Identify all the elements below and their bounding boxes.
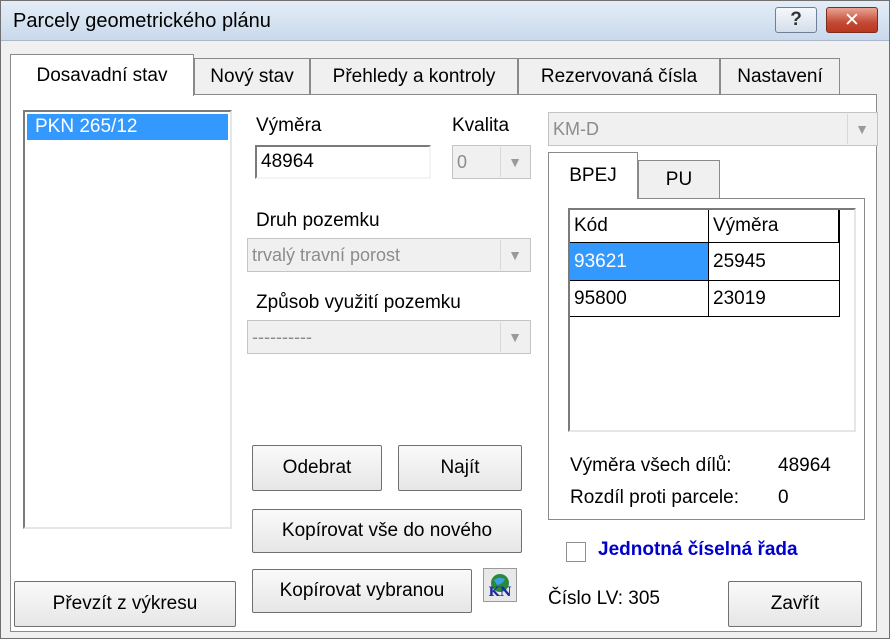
cislo-lv-label: Číslo LV: 305 xyxy=(548,588,660,609)
jednotna-rada-label[interactable]: Jednotná číselná řada xyxy=(598,539,798,561)
rozdil-value: 0 xyxy=(778,487,789,508)
chevron-down-icon[interactable]: ▼ xyxy=(500,240,529,270)
prevzit-z-vykresu-button[interactable]: Převzít z výkresu xyxy=(14,581,236,627)
vymera-vsech-label: Výměra všech dílů: xyxy=(570,455,732,476)
druh-pozemku-label: Druh pozemku xyxy=(256,210,380,231)
grid-header-kod[interactable]: Kód xyxy=(570,210,709,243)
help-button[interactable]: ? xyxy=(775,7,817,33)
mapa-combo[interactable]: KM-D ▼ xyxy=(548,112,878,146)
table-row-cell-vymera[interactable]: 25945 xyxy=(709,243,840,281)
vymera-input[interactable]: 48964 xyxy=(255,145,431,179)
odebrat-button[interactable]: Odebrat xyxy=(252,445,382,491)
druh-pozemku-combo[interactable]: trvalý travní porost ▼ xyxy=(247,238,531,272)
mapa-value: KM-D xyxy=(553,118,599,139)
zavrit-button[interactable]: Zavřít xyxy=(728,581,862,627)
vymera-label: Výměra xyxy=(256,115,322,136)
kn-globe-icon: KN xyxy=(488,574,512,600)
list-item[interactable]: PKN 265/12 xyxy=(27,114,228,140)
kvalita-label: Kvalita xyxy=(452,115,510,136)
table-row-cell-kod[interactable]: 95800 xyxy=(570,281,709,317)
zpusob-vyuziti-value: ---------- xyxy=(252,326,312,347)
druh-pozemku-value: trvalý travní porost xyxy=(252,244,401,265)
help-icon: ? xyxy=(790,9,802,30)
window-title: Parcely geometrického plánu xyxy=(13,10,271,32)
close-icon: ✕ xyxy=(844,9,860,31)
bpej-grid[interactable]: Kód Výměra 93621 25945 95800 23019 xyxy=(568,208,856,432)
close-button[interactable]: ✕ xyxy=(826,7,878,33)
kopirovat-vybranou-button[interactable]: Kopírovat vybranou xyxy=(252,569,472,613)
kopirovat-vse-button[interactable]: Kopírovat vše do nového xyxy=(252,509,522,553)
tab-rezervovana-cisla[interactable]: Rezervovaná čísla xyxy=(518,58,720,94)
vymera-vsech-value: 48964 xyxy=(778,455,831,476)
chevron-down-icon[interactable]: ▼ xyxy=(500,322,529,352)
tab-nastaveni[interactable]: Nastavení xyxy=(720,58,840,94)
chevron-down-icon[interactable]: ▼ xyxy=(500,147,529,177)
grid-header-vymera[interactable]: Výměra xyxy=(709,210,840,243)
tab-pu[interactable]: PU xyxy=(638,160,720,198)
kn-text: KN xyxy=(488,585,511,600)
chevron-down-icon[interactable]: ▼ xyxy=(847,114,876,144)
zpusob-vyuziti-combo[interactable]: ---------- ▼ xyxy=(247,320,531,354)
tab-bpej[interactable]: BPEJ xyxy=(548,152,638,199)
table-row-cell-kod[interactable]: 93621 xyxy=(570,243,709,281)
tab-dosavadni-stav[interactable]: Dosavadní stav xyxy=(10,54,194,96)
kvalita-combo[interactable]: 0 ▼ xyxy=(452,145,531,179)
table-row-cell-vymera[interactable]: 23019 xyxy=(709,281,840,317)
jednotna-rada-checkbox[interactable] xyxy=(566,542,586,562)
title-bar[interactable]: Parcely geometrického plánu ? ✕ xyxy=(1,1,889,41)
rozdil-label: Rozdíl proti parcele: xyxy=(570,487,739,508)
katastr-nemovitosti-icon[interactable]: KN xyxy=(483,568,517,602)
parcel-listbox[interactable]: PKN 265/12 xyxy=(23,110,232,529)
tab-novy-stav[interactable]: Nový stav xyxy=(194,58,310,94)
najit-button[interactable]: Najít xyxy=(398,445,522,491)
tab-prehledy-a-kontroly[interactable]: Přehledy a kontroly xyxy=(310,58,518,94)
kvalita-value: 0 xyxy=(457,151,468,172)
zpusob-vyuziti-label: Způsob využití pozemku xyxy=(256,292,461,313)
